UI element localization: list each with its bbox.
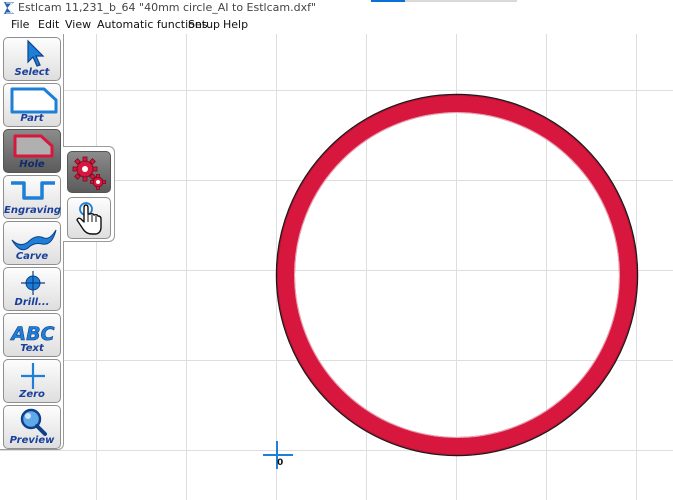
carve-tool-label: Carve [15,251,49,262]
menu-setup[interactable]: Setup [188,18,220,31]
select-tool-label: Select [14,67,50,78]
drill-tool-label: Drill... [14,297,50,308]
engraving-groove-icon [11,181,55,200]
gears-icon [72,156,106,190]
hole-options-panel [63,146,115,242]
manual-hole-button[interactable] [67,197,111,239]
menu-edit[interactable]: Edit [38,18,59,31]
engraving-tool-button[interactable]: Engraving [3,175,61,219]
canvas-svg [0,34,673,500]
part-tool-button[interactable]: Part [3,83,61,127]
menu-help[interactable]: Help [223,18,248,31]
carve-tool-button[interactable]: Carve [3,221,61,265]
arrow-cursor-icon [27,39,45,67]
grid [0,34,673,500]
tool-toolbar: Select Part Hole Engraving Carve Drill..… [0,34,64,450]
preview-tool-button[interactable]: Preview [3,405,61,449]
automatic-hole-button[interactable] [67,151,111,193]
menu-file[interactable]: File [11,18,29,31]
hole-tool-label: Hole [19,159,45,170]
text-tool-label: Text [20,343,44,354]
estlcam-logo-icon [4,2,14,14]
magnifier-icon [20,408,47,436]
text-tool-button[interactable]: ABC Text [3,313,61,357]
menu-bar: File Edit View Automatic functions Setup… [0,17,673,34]
zero-tool-button[interactable]: Zero [3,359,61,403]
title-bar-highlight [371,0,405,2]
drill-target-icon [21,271,45,295]
zero-crosshair-icon [21,363,45,389]
part-tool-label: Part [20,113,44,124]
hole-pocket-icon [13,134,54,158]
menu-view[interactable]: View [65,18,91,31]
part-outline-icon [10,87,58,114]
title-bar-divider [405,0,517,2]
origin-label: 0 [277,458,284,468]
drill-tool-button[interactable]: Drill... [3,267,61,311]
preview-tool-label: Preview [9,435,55,446]
hole-tool-button[interactable]: Hole [3,129,61,173]
text-abc-icon: ABC [9,323,55,346]
zero-tool-label: Zero [19,389,45,400]
title-bar: Estlcam 11,231_b_64 "40mm circle_AI to E… [0,0,673,17]
hand-pointer-icon [76,202,102,235]
window-title: Estlcam 11,231_b_64 "40mm circle_AI to E… [18,1,317,14]
carve-wave-icon [11,229,57,251]
drawing-canvas[interactable]: 0 [0,34,673,500]
estlcam-window: Estlcam 11,231_b_64 "40mm circle_AI to E… [0,0,673,500]
svg-text:ABC: ABC [9,323,54,345]
engraving-tool-label: Engraving [4,205,62,216]
select-tool-button[interactable]: Select [3,37,61,81]
